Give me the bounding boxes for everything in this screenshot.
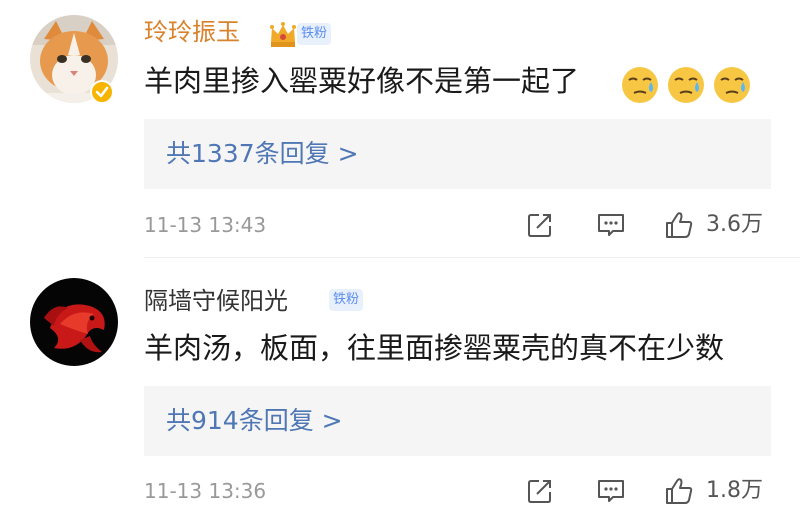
comment-icon[interactable] [596, 210, 626, 240]
comment-text: 羊肉汤，板面，往里面掺罂粟壳的真不在少数 [144, 331, 725, 365]
replies-label: 共914条回复 > [166, 406, 343, 435]
like-count: 3.6万 [706, 212, 763, 237]
avatar[interactable] [30, 278, 118, 366]
comment-icon[interactable] [596, 476, 626, 506]
fan-badge: 铁粉 [297, 23, 332, 45]
thumbs-up-icon[interactable] [664, 210, 694, 240]
sweat-face-emoji-icon [668, 67, 704, 103]
fan-badge: 铁粉 [329, 289, 364, 311]
share-icon[interactable] [525, 210, 555, 240]
timestamp: 11-13 13:36 [144, 479, 267, 503]
thumbs-up-icon[interactable] [664, 476, 694, 506]
crown-icon [270, 22, 296, 47]
verified-badge-icon [90, 80, 114, 104]
comment-text: 羊肉里掺入罂粟好像不是第一起了 [144, 64, 580, 98]
replies-label: 共1337条回复 > [166, 139, 359, 168]
like-count: 1.8万 [706, 478, 763, 503]
sweat-face-emoji-icon [714, 67, 750, 103]
sweat-face-emoji-icon [622, 67, 658, 103]
comment-item: 玲玲振玉 铁粉 羊肉里掺入罂粟好像不是第一起了 共1337条回复 > 11-13… [0, 0, 800, 258]
comment-item: 隔墙守候阳光 铁粉 羊肉汤，板面，往里面掺罂粟壳的真不在少数 共914条回复 >… [0, 258, 800, 511]
view-replies-button[interactable]: 共1337条回复 > [144, 119, 771, 189]
share-icon[interactable] [525, 476, 555, 506]
username[interactable]: 隔墙守候阳光 [144, 286, 288, 316]
view-replies-button[interactable]: 共914条回复 > [144, 386, 771, 456]
timestamp: 11-13 13:43 [144, 213, 267, 237]
red-betta-fish-avatar-icon [30, 278, 118, 366]
username[interactable]: 玲玲振玉 [144, 17, 240, 47]
